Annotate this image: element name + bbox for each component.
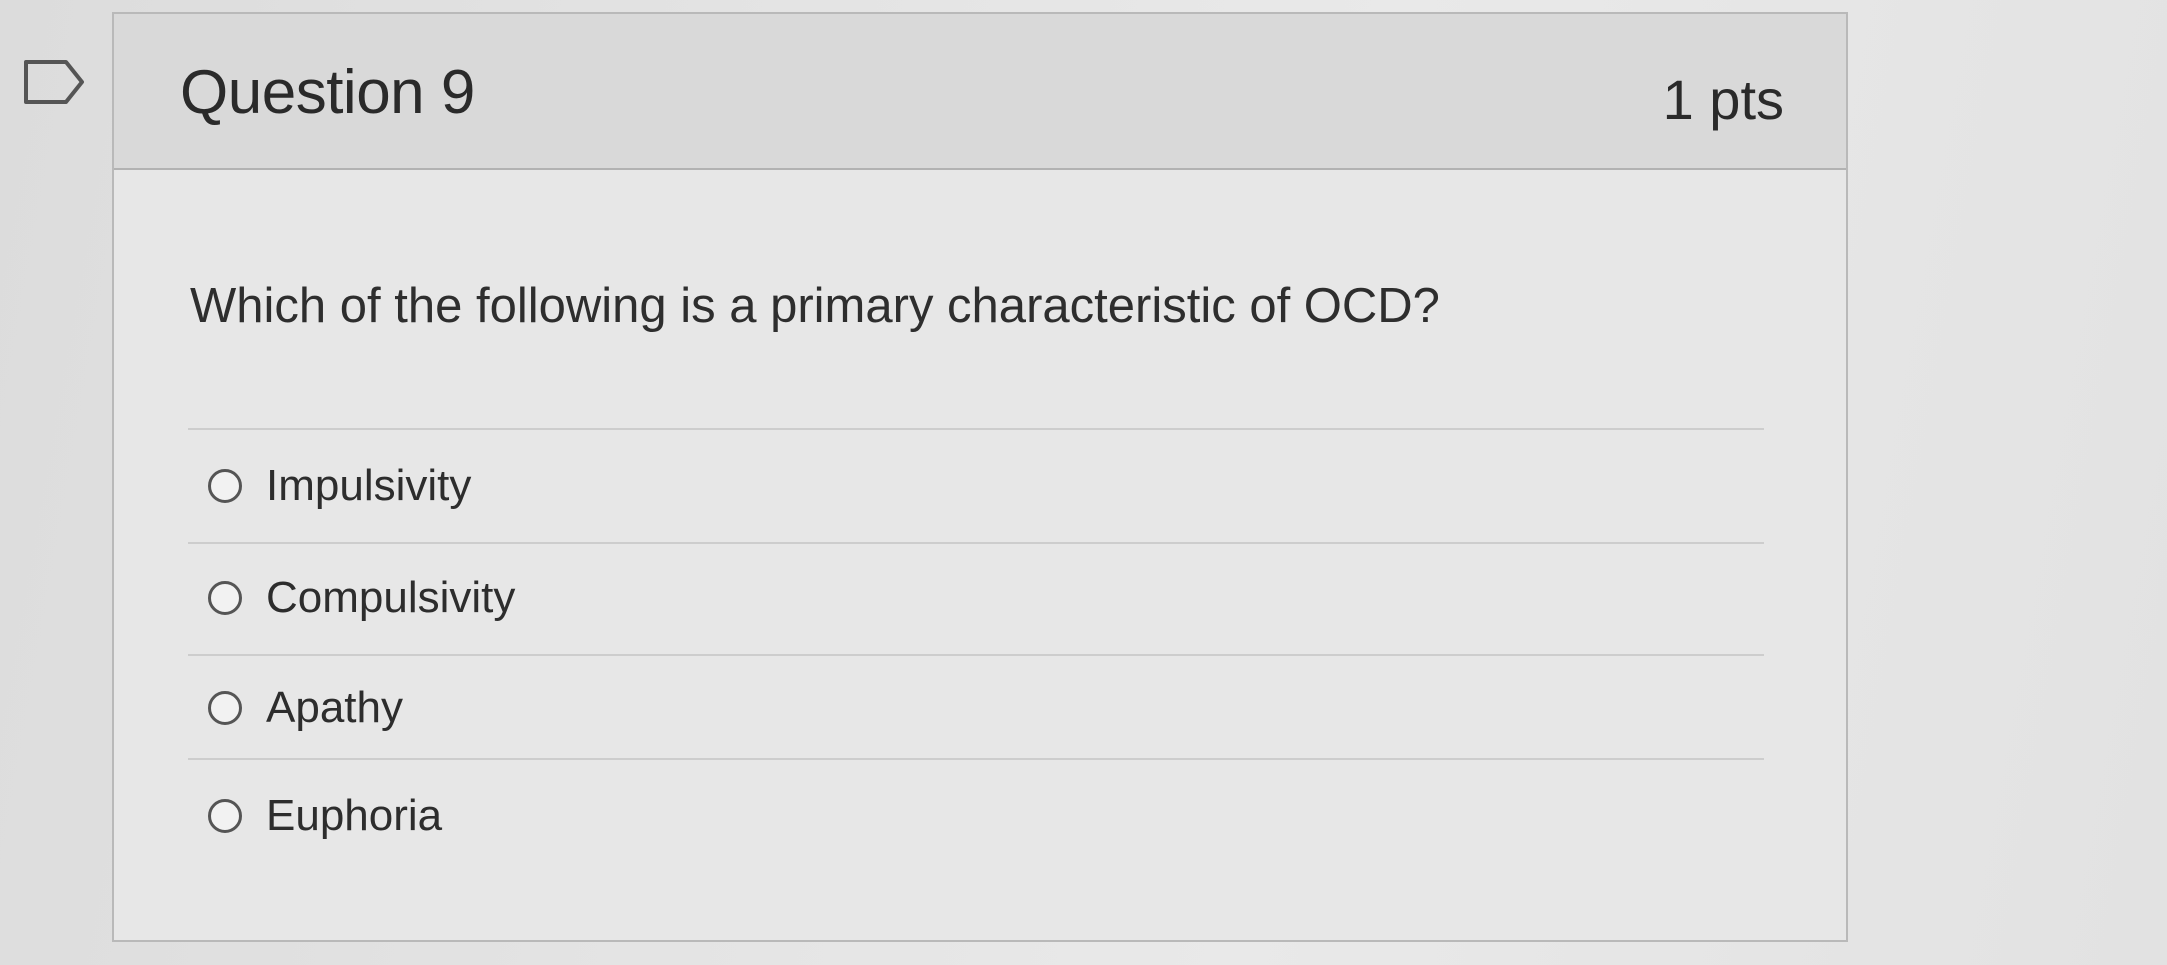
answer-divider xyxy=(188,428,1764,430)
answer-option-compulsivity[interactable]: Compulsivity xyxy=(208,558,515,638)
question-prompt: Which of the following is a primary char… xyxy=(190,279,1440,333)
answer-option-euphoria[interactable]: Euphoria xyxy=(208,776,442,856)
answer-divider xyxy=(188,542,1764,544)
radio-button[interactable] xyxy=(208,691,242,725)
flag-question-icon[interactable] xyxy=(22,58,86,106)
answer-divider xyxy=(188,758,1764,760)
question-title: Question 9 xyxy=(180,58,475,127)
question-header: Question 9 1 pts xyxy=(114,14,1846,170)
radio-button[interactable] xyxy=(208,799,242,833)
answer-label: Euphoria xyxy=(266,791,443,840)
answer-label: Apathy xyxy=(266,683,403,732)
answer-label: Impulsivity xyxy=(266,461,472,510)
answer-label: Compulsivity xyxy=(266,573,516,622)
answer-option-impulsivity[interactable]: Impulsivity xyxy=(208,446,471,526)
question-card: Question 9 1 pts Which of the following … xyxy=(112,12,1848,942)
radio-button[interactable] xyxy=(208,581,242,615)
question-points: 1 pts xyxy=(1662,68,1784,131)
answer-option-apathy[interactable]: Apathy xyxy=(208,668,403,748)
radio-button[interactable] xyxy=(208,469,242,503)
answer-divider xyxy=(188,654,1764,656)
